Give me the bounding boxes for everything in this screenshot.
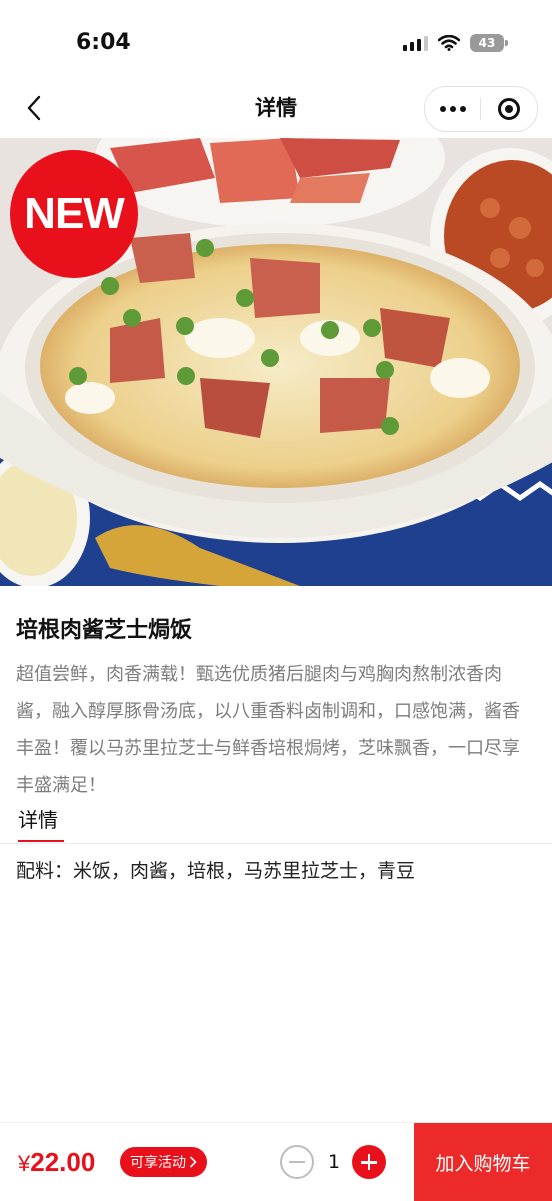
chevron-left-icon [27, 95, 41, 121]
product-description: 超值尝鲜，肉香满载！甄选优质猪后腿肉与鸡胸肉熬制浓香肉酱，融入醇厚豚骨汤底，以八… [16, 664, 520, 796]
divider [0, 843, 552, 844]
target-icon [497, 98, 520, 120]
mini-program-capsule [424, 86, 538, 132]
new-badge-label: NEW [24, 189, 125, 238]
decrease-quantity-button[interactable] [280, 1145, 314, 1179]
minus-icon [289, 1161, 305, 1163]
add-to-cart-button[interactable]: 加入购物车 [414, 1123, 552, 1201]
price-amount: 22.00 [30, 1147, 96, 1177]
product-name: 培根肉酱芝士焗饭 [16, 618, 193, 643]
increase-quantity-button[interactable] [352, 1145, 386, 1179]
ingredients-text: 配料：米饭，肉酱，培根，马苏里拉芝士，青豆 [16, 860, 416, 882]
more-button[interactable] [425, 87, 480, 131]
bottom-action-bar: ¥22.00 可享活动 1 加入购物车 [0, 1122, 552, 1201]
back-button[interactable] [14, 88, 54, 128]
promo-label: 可享活动 [130, 1155, 186, 1171]
battery-level: 43 [478, 36, 496, 50]
new-badge: NEW [10, 150, 138, 278]
chevron-right-icon [189, 1156, 197, 1168]
price-currency: ¥ [18, 1151, 31, 1176]
more-dots-icon [439, 106, 466, 112]
product-image: NEW [0, 138, 552, 586]
battery-icon: 43 [470, 34, 508, 52]
signal-icon [403, 35, 428, 51]
status-time: 6:04 [76, 30, 131, 55]
price: ¥22.00 [18, 1147, 95, 1178]
nav-bar: 详情 [0, 80, 552, 136]
status-bar: 6:04 43 [0, 0, 552, 80]
status-icons: 43 [403, 34, 508, 52]
promo-button[interactable]: 可享活动 [120, 1147, 207, 1177]
quantity-value: 1 [327, 1151, 341, 1173]
close-mini-program-button[interactable] [481, 87, 536, 131]
wifi-icon [438, 35, 460, 51]
tab-active-indicator [18, 840, 64, 842]
tab-detail[interactable]: 详情 [18, 804, 58, 833]
